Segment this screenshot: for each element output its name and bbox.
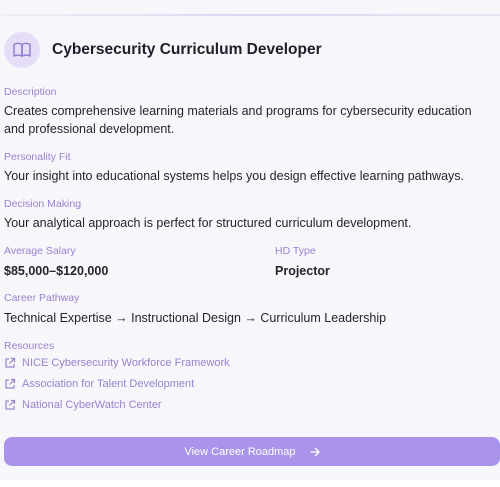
bottom-edge [0,480,500,487]
external-link-icon [5,378,16,389]
career-pathway-label: Career Pathway [4,292,80,304]
resource-link[interactable]: Association for Talent Development [4,378,194,390]
personality-fit-label: Personality Fit [4,151,71,163]
personality-fit-text: Your insight into educational systems he… [4,169,465,183]
description-label: Description [4,86,57,98]
career-card: Cybersecurity Curriculum Developer Descr… [0,0,500,487]
resources-label: Resources [4,340,55,352]
resource-link[interactable]: NICE Cybersecurity Workforce Framework [4,357,230,369]
salary-label: Average Salary [4,245,76,257]
hd-type-label: HD Type [275,245,316,257]
page-title: Cybersecurity Curriculum Developer [52,41,322,58]
salary-value: $85,000–$120,000 [4,264,109,278]
resource-link-label[interactable]: Association for Talent Development [22,378,194,390]
resource-link-label[interactable]: National CyberWatch Center [22,399,162,411]
decision-making-label: Decision Making [4,198,82,210]
resource-link[interactable]: National CyberWatch Center [4,399,162,411]
arrow-right-icon [309,447,320,456]
external-link-icon [5,357,16,368]
cta-label: View Career Roadmap [184,445,296,458]
decision-making-text: Your analytical approach is perfect for … [4,216,412,230]
book-icon [4,32,40,68]
external-link-icon [5,399,16,410]
card-header: Cybersecurity Curriculum Developer [4,32,322,68]
description-text: Creates comprehensive learning materials… [4,104,472,136]
hd-type-value: Projector [275,264,330,278]
resource-link-label[interactable]: NICE Cybersecurity Workforce Framework [22,357,230,369]
view-career-roadmap-button[interactable]: View Career Roadmap [4,437,500,466]
top-divider [0,14,500,16]
career-pathway-text: Technical Expertise → Instructional Desi… [4,311,387,325]
